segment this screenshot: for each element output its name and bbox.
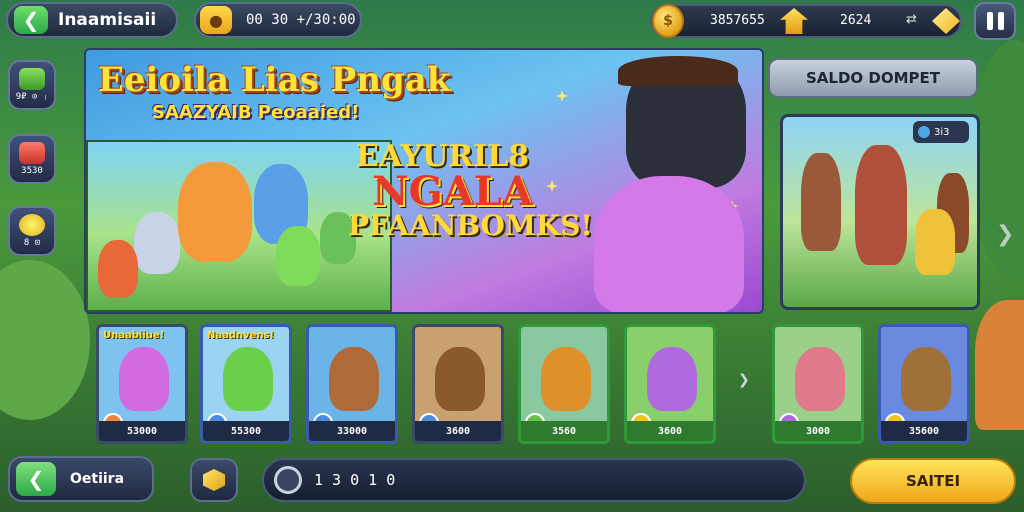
- back-button-label: Oetiira: [70, 471, 125, 487]
- card-character: [119, 347, 169, 411]
- globe-icon: [918, 126, 930, 138]
- banner-title: Eeioila Lias Pngak: [98, 60, 451, 100]
- coin-icon: $: [652, 4, 684, 38]
- sidebar-item-label: 3530: [21, 166, 43, 176]
- sidebar-item-face[interactable]: 8 ⊡: [8, 206, 56, 256]
- card-price: 55300: [203, 421, 289, 441]
- game-title: Inaamisaii: [58, 10, 157, 30]
- heroes-scene: [86, 140, 392, 312]
- featured-heroes-card[interactable]: 3i3: [780, 114, 980, 310]
- hero-card[interactable]: 3000: [772, 324, 864, 444]
- red-chest-icon: [19, 142, 45, 164]
- search-input[interactable]: [314, 471, 614, 489]
- yellow-face-icon: [19, 214, 45, 236]
- card-character: [541, 347, 591, 411]
- card-character: [901, 347, 951, 411]
- pause-icon-bar: [997, 12, 1004, 30]
- card-price: 53000: [99, 421, 185, 441]
- promo-line-3: PFAANBOMKS!: [348, 209, 593, 242]
- banner-subtitle: SAAZYAIB Peoaaied!: [152, 102, 360, 123]
- gem-icon[interactable]: [932, 8, 960, 34]
- sidebar-item-chest[interactable]: 3530: [8, 134, 56, 184]
- promo-line-2: NGALA: [372, 168, 533, 215]
- card-character: [223, 347, 273, 411]
- hero-card[interactable]: Unaabiiue! 53000: [96, 324, 188, 444]
- currency-bar: $ 3857655 2624 ⇄: [650, 4, 962, 38]
- hero-character: [134, 212, 180, 274]
- title-back-button[interactable]: ❮ Inaamisaii: [6, 2, 178, 38]
- cube-icon: [203, 469, 225, 491]
- timer-text: 00 30 +/30:00: [246, 12, 356, 28]
- hero-character: [276, 226, 320, 286]
- search-icon: [274, 466, 302, 494]
- promo-banner[interactable]: Eeioila Lias Pngak SAAZYAIB Peoaaied! EA…: [84, 48, 764, 314]
- back-arrow-icon: ❮: [16, 462, 56, 496]
- card-price: 3000: [775, 421, 861, 441]
- hero-card[interactable]: 3560: [518, 324, 610, 444]
- card-character: [329, 347, 379, 411]
- inventory-button[interactable]: [190, 458, 238, 502]
- pause-icon: [986, 12, 993, 30]
- next-arrow-icon[interactable]: ❯: [996, 222, 1014, 247]
- sidebar-item-label: 8 ⊡: [23, 238, 41, 248]
- hero-card[interactable]: 3600: [624, 324, 716, 444]
- row-next-icon[interactable]: ❯: [738, 372, 750, 388]
- swap-icon[interactable]: ⇄: [906, 12, 917, 27]
- card-character: [435, 347, 485, 411]
- promo-headline: EAYURIL8 NGALA PFAANBOMKS!: [348, 142, 596, 240]
- pink-cat-character: [594, 176, 744, 312]
- cowboy-hat-icon: [618, 56, 738, 86]
- card-character: [795, 347, 845, 411]
- warrior-character: [855, 145, 907, 265]
- upgrade-arrow-icon[interactable]: [780, 8, 808, 34]
- hero-card[interactable]: 33000: [306, 324, 398, 444]
- back-arrow-icon: ❮: [14, 6, 48, 34]
- top-bar: ❮ Inaamisaii ● 00 30 +/30:00 $ 3857655 2…: [0, 0, 1024, 44]
- coin-balance: 3857655: [710, 13, 765, 28]
- hero-card[interactable]: Naadnvens! 55300: [200, 324, 292, 444]
- card-price: 3600: [415, 421, 501, 441]
- bg-tree-left: [0, 260, 90, 420]
- hero-character: [178, 162, 252, 262]
- warrior-character: [801, 153, 841, 251]
- hero-character: [98, 240, 138, 298]
- gem-balance: 2624: [840, 13, 872, 28]
- bg-mushroom-right: [975, 300, 1024, 430]
- card-title: Unaabiiue!: [103, 330, 165, 341]
- start-button[interactable]: SAITEI: [850, 458, 1016, 504]
- search-bar[interactable]: [262, 458, 806, 502]
- timer-display: ● 00 30 +/30:00: [194, 2, 362, 38]
- yellow-cat-character: [915, 209, 955, 275]
- card-price: 33000: [309, 421, 395, 441]
- featured-badge: 3i3: [913, 121, 969, 143]
- card-price: 3600: [627, 421, 713, 441]
- wallet-balance-button[interactable]: SALDO DOMPET: [768, 58, 978, 98]
- card-character: [647, 347, 697, 411]
- card-price: 35600: [881, 421, 967, 441]
- back-button[interactable]: ❮ Oetiira: [8, 456, 154, 502]
- sidebar-item-gift[interactable]: 9₽ ⊙ ₍: [8, 60, 56, 110]
- hero-card[interactable]: 3600: [412, 324, 504, 444]
- pause-button[interactable]: [974, 2, 1016, 40]
- sparkle-icon: [556, 90, 568, 102]
- timer-face-icon: ●: [200, 6, 232, 34]
- featured-badge-text: 3i3: [934, 126, 950, 138]
- card-price: 3560: [521, 421, 607, 441]
- sidebar-item-label: 9₽ ⊙ ₍: [15, 92, 49, 102]
- card-title: Naadnvens!: [207, 330, 275, 341]
- green-gift-icon: [19, 68, 45, 90]
- hero-card[interactable]: 35600: [878, 324, 970, 444]
